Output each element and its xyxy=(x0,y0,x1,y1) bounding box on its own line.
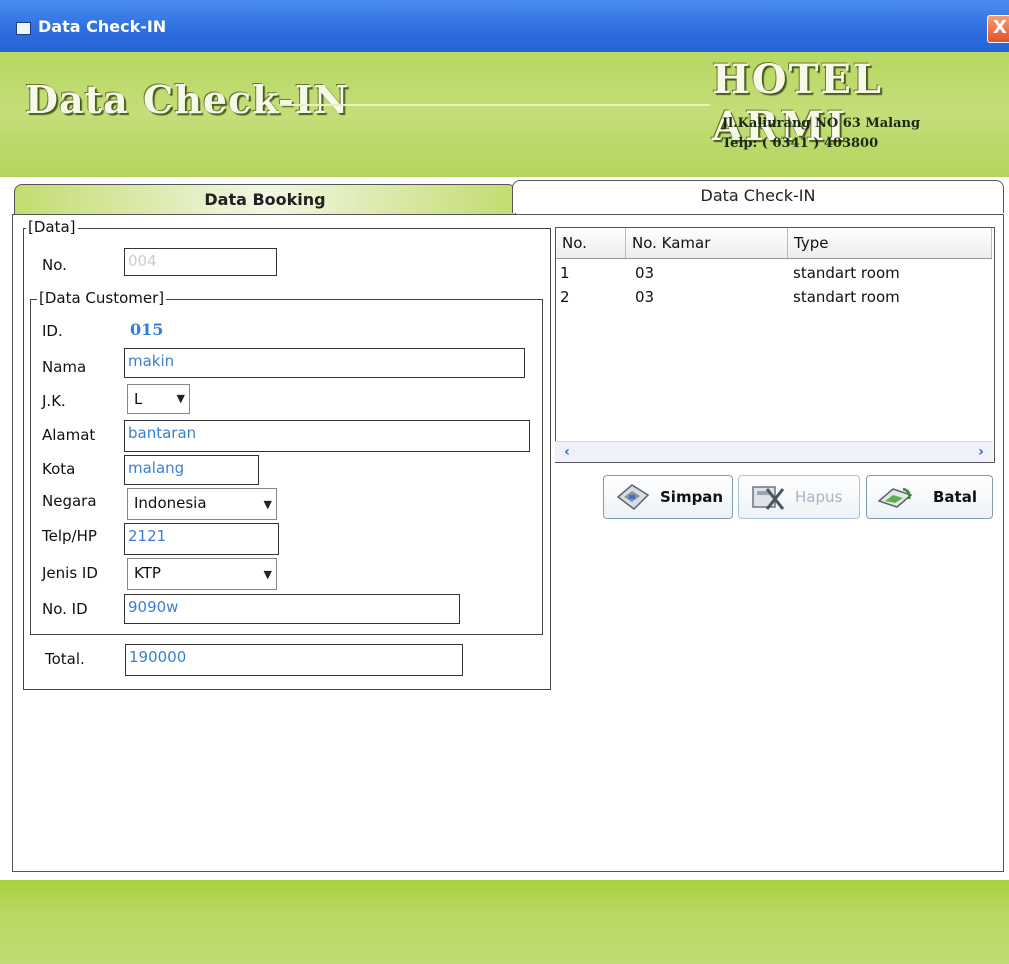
no-label: No. xyxy=(42,256,67,274)
chevron-down-icon[interactable]: ▼ xyxy=(264,491,272,519)
save-disk-icon xyxy=(616,484,650,510)
horizontal-scrollbar[interactable]: ‹ › xyxy=(555,441,993,462)
list-header-type[interactable]: Type xyxy=(788,228,992,258)
telp-label: Telp/HP xyxy=(42,527,97,545)
simpan-button[interactable]: Simpan xyxy=(603,475,733,519)
no-field[interactable]: 004 xyxy=(124,248,277,276)
window-app-icon xyxy=(16,22,31,35)
hotel-address: Jl.Kaliurang NO 63 Malang xyxy=(722,116,921,131)
nama-label: Nama xyxy=(42,358,87,376)
negara-select-value: Indonesia xyxy=(134,494,207,512)
batal-label: Batal xyxy=(933,488,977,506)
id-label: ID. xyxy=(42,322,63,340)
row-kamar: 03 xyxy=(635,288,655,306)
close-button[interactable]: X xyxy=(987,15,1009,43)
kota-field[interactable]: malang xyxy=(124,455,259,485)
chevron-down-icon[interactable]: ▼ xyxy=(177,385,185,413)
kota-label: Kota xyxy=(42,460,76,478)
no-id-label: No. ID xyxy=(42,600,88,618)
header-divider xyxy=(280,104,710,106)
list-header-kamar[interactable]: No. Kamar xyxy=(626,228,788,258)
negara-label: Negara xyxy=(42,492,97,510)
jenis-id-select[interactable]: KTP ▼ xyxy=(127,558,277,590)
list-header: No. No. Kamar Type xyxy=(556,228,992,259)
row-kamar: 03 xyxy=(635,264,655,282)
room-list[interactable]: No. No. Kamar Type 1 03 standart room 2 … xyxy=(555,227,995,463)
page-title: Data Check-IN xyxy=(25,77,350,122)
simpan-label: Simpan xyxy=(660,488,724,506)
no-id-field[interactable]: 9090w xyxy=(124,594,460,624)
alamat-field[interactable]: bantaran xyxy=(124,420,530,452)
telp-field[interactable]: 2121 xyxy=(124,523,279,555)
tab-data-checkin[interactable]: Data Check-IN xyxy=(512,180,1004,213)
jk-select[interactable]: L ▼ xyxy=(127,384,190,414)
negara-select[interactable]: Indonesia ▼ xyxy=(127,488,277,520)
tab-data-booking[interactable]: Data Booking xyxy=(14,184,516,217)
row-no: 1 xyxy=(560,264,570,282)
total-field[interactable]: 190000 xyxy=(125,644,463,676)
window-title: Data Check-IN xyxy=(38,17,167,36)
delete-icon xyxy=(752,486,785,510)
row-type: standart room xyxy=(793,288,900,306)
row-type: standart room xyxy=(793,264,900,282)
list-header-no[interactable]: No. xyxy=(556,228,626,258)
jk-label: J.K. xyxy=(42,392,66,410)
jenis-id-select-value: KTP xyxy=(134,564,161,582)
customer-group-legend: [Data Customer] xyxy=(37,289,167,307)
batal-button[interactable]: Batal xyxy=(866,475,993,519)
total-label: Total. xyxy=(45,650,85,668)
jk-select-value: L xyxy=(134,390,143,408)
cancel-icon xyxy=(877,487,913,508)
header-banner: Data Check-IN HOTEL ARMI Jl.Kaliurang NO… xyxy=(0,52,1009,177)
footer-banner xyxy=(0,880,1009,964)
jenis-id-label: Jenis ID xyxy=(42,564,98,582)
hotel-telp: Telp: ( 0341 ) 403800 xyxy=(722,136,879,151)
id-value: 015 xyxy=(130,320,164,339)
hapus-label: Hapus xyxy=(795,488,843,506)
window-titlebar: Data Check-IN X xyxy=(0,0,1009,52)
data-group-legend: [Data] xyxy=(26,218,78,236)
alamat-label: Alamat xyxy=(42,426,96,444)
scroll-right-icon[interactable]: › xyxy=(973,444,989,460)
row-no: 2 xyxy=(560,288,570,306)
scroll-left-icon[interactable]: ‹ xyxy=(559,444,575,460)
nama-field[interactable]: makin xyxy=(124,348,525,378)
hapus-button[interactable]: Hapus xyxy=(738,475,860,519)
chevron-down-icon[interactable]: ▼ xyxy=(264,561,272,589)
